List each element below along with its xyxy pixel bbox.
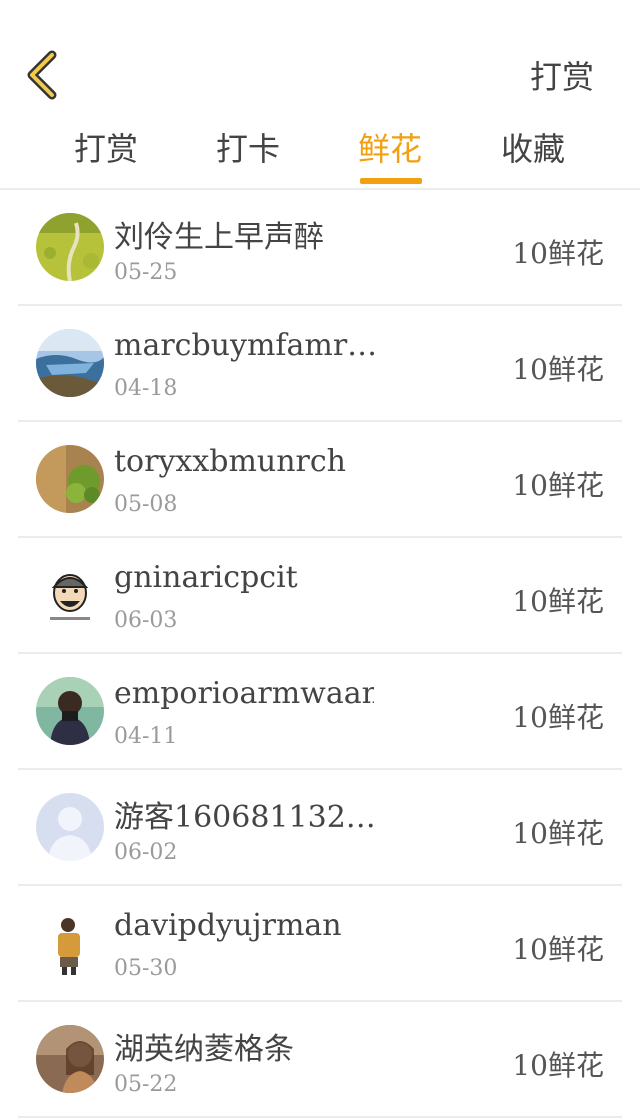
avatar (36, 561, 104, 629)
user-name: gninaricpcit (114, 560, 298, 595)
active-tab-indicator (360, 178, 422, 184)
tab-favorites[interactable]: 收藏 (493, 124, 573, 170)
list-item[interactable]: toryxxbmunrch 05-08 10鲜花 (18, 422, 622, 538)
app-header: 打赏 打赏 打卡 鲜花 收藏 (0, 0, 640, 190)
tab-reward[interactable]: 打赏 (66, 124, 146, 170)
tab-checkin[interactable]: 打卡 (208, 124, 288, 170)
list-item[interactable]: 游客160681132… 06-02 10鲜花 (18, 770, 622, 886)
user-name: 刘伶生上早声醉 (114, 220, 324, 255)
date: 05-22 (114, 1072, 178, 1097)
user-name: emporioarmwaani (114, 676, 374, 711)
avatar (36, 793, 104, 861)
user-name: 游客160681132… (114, 800, 374, 835)
tab-bar: 打赏 打卡 鲜花 收藏 (0, 124, 640, 188)
date: 05-30 (114, 956, 178, 981)
user-name: marcbuymfamr… (114, 328, 374, 363)
user-name: 湖英纳菱格条 (114, 1032, 294, 1067)
flower-amount: 10鲜花 (512, 585, 604, 618)
date: 04-11 (114, 724, 178, 749)
flower-amount: 10鲜花 (512, 1049, 604, 1082)
list-item[interactable]: emporioarmwaani 04-11 10鲜花 (18, 654, 622, 770)
list-item[interactable]: gninaricpcit 06-03 10鲜花 (18, 538, 622, 654)
flower-amount: 10鲜花 (512, 701, 604, 734)
avatar (36, 445, 104, 513)
chevron-left-icon (27, 50, 57, 100)
avatar (36, 213, 104, 281)
avatar (36, 677, 104, 745)
flower-amount: 10鲜花 (512, 237, 604, 270)
flower-amount: 10鲜花 (512, 933, 604, 966)
user-name: davipdyujrman (114, 908, 342, 943)
flower-amount: 10鲜花 (512, 353, 604, 386)
user-name: toryxxbmunrch (114, 444, 347, 479)
avatar (36, 909, 104, 977)
flower-list: 刘伶生上早声醉 05-25 10鲜花 marcbuymfamr… 04-18 1… (0, 190, 640, 1118)
flower-amount: 10鲜花 (512, 817, 604, 850)
list-item[interactable]: 刘伶生上早声醉 05-25 10鲜花 (18, 190, 622, 306)
list-item[interactable]: davipdyujrman 05-30 10鲜花 (18, 886, 622, 1002)
tab-flowers[interactable]: 鲜花 (350, 124, 430, 170)
date: 05-25 (114, 260, 178, 285)
date: 06-03 (114, 608, 178, 633)
date: 06-02 (114, 840, 178, 865)
date: 04-18 (114, 376, 178, 401)
date: 05-08 (114, 492, 178, 517)
flower-amount: 10鲜花 (512, 469, 604, 502)
reward-link[interactable]: 打赏 (530, 52, 594, 98)
avatar (36, 329, 104, 397)
list-item[interactable]: 湖英纳菱格条 05-22 10鲜花 (18, 1002, 622, 1118)
avatar (36, 1025, 104, 1093)
list-item[interactable]: marcbuymfamr… 04-18 10鲜花 (18, 306, 622, 422)
back-button[interactable] (24, 50, 64, 100)
